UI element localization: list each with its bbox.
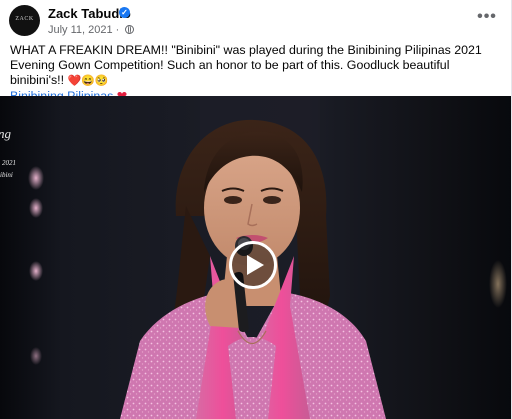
play-icon xyxy=(247,255,264,275)
facebook-post-card: ZACK Zack Tabudlo ✓ July 11, 2021 · ••• … xyxy=(0,0,512,419)
post-date[interactable]: July 11, 2021 xyxy=(48,24,113,36)
post-meta: July 11, 2021 · xyxy=(48,24,135,36)
post-text: WHAT A FREAKIN DREAM!! "Binibini" was pl… xyxy=(10,43,500,104)
video-player[interactable]: ng 2021 ibini xyxy=(0,96,511,419)
avatar-image: ZACK xyxy=(15,16,34,22)
meta-separator: · xyxy=(112,24,123,36)
more-options-button[interactable]: ••• xyxy=(472,8,502,30)
play-button[interactable] xyxy=(229,241,277,289)
post-emojis: ❤️😄🥺 xyxy=(67,75,109,87)
post-header: ZACK Zack Tabudlo ✓ July 11, 2021 · ••• xyxy=(0,0,511,40)
logo-line-1: ng xyxy=(0,126,11,141)
author-avatar[interactable]: ZACK xyxy=(9,5,40,36)
globe-icon xyxy=(125,25,135,34)
verified-badge-icon: ✓ xyxy=(119,7,130,18)
logo-line-2: 2021 xyxy=(2,159,16,167)
logo-line-3: ibini xyxy=(0,171,13,179)
